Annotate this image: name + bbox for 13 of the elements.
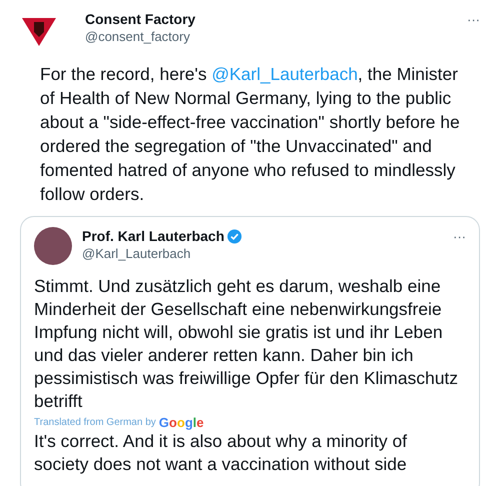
quoted-author-handle: @Karl_Lauterbach	[82, 245, 192, 263]
quoted-tweet-text: Stimmt. Und zusätzlich geht es darum, weshalb eine Minderheit der Gesellschaft eine nebenwirkungsfreie Impfung nicht will, obwohl sie gratis ist und ihr Leben und das vieler anderer retten kann. Daher bin ich pessimistisch was freiwillige Opfer für den Klimaschutz betrifft	[34, 275, 460, 413]
more-button[interactable]: ···	[467, 10, 480, 30]
author-handle: @consent_factory	[85, 28, 191, 46]
quoted-author-name[interactable]: Prof. Karl Lauterbach	[82, 227, 224, 245]
quoted-tweet-card[interactable]	[20, 216, 480, 486]
author-name[interactable]: Consent Factory	[85, 10, 196, 28]
avatar-placeholder	[34, 227, 72, 265]
translation-label: Translated from German by	[34, 416, 156, 430]
translated-text: It's correct. And it is also about why a minority of society does not want a vaccination without side	[34, 430, 408, 476]
tweet-text: For the record, here's @Karl_Lauterbach, the Minister of Health of New Normal Germany, lying to the public about a "side-effect-free vaccination" shortly before he ordered the segregation of "the Unvaccinated" and fomented hatred of anyone who refused to mindlessly follow orders.	[39, 63, 461, 206]
google-logo: Google	[158, 415, 204, 430]
more-button[interactable]: ···	[453, 227, 466, 246]
